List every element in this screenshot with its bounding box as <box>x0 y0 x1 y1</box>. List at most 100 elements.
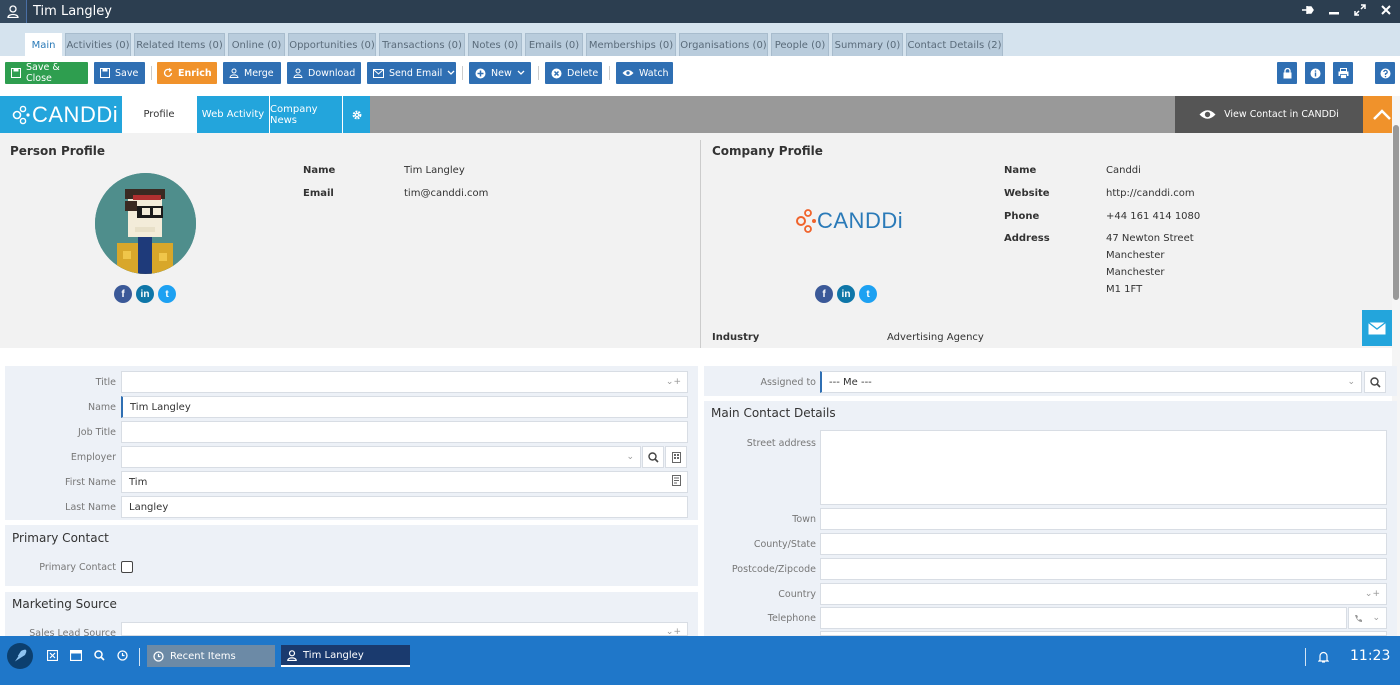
employer-select[interactable]: ⌄ <box>121 446 641 468</box>
company-phone-value: +44 161 414 1080 <box>1106 211 1201 222</box>
employer-building-button[interactable] <box>665 446 687 468</box>
canddi-tab-company-news[interactable]: Company News <box>269 96 342 133</box>
company-phone-label: Phone <box>1004 211 1040 222</box>
recent-items-button[interactable]: Recent Items <box>147 645 275 667</box>
street-address-label: Street address <box>746 438 816 449</box>
info-icon <box>1310 68 1320 78</box>
tab-transactions[interactable]: Transactions (0) <box>379 33 465 56</box>
marketing-source-heading: Marketing Source <box>12 597 117 611</box>
person-icon <box>293 68 303 78</box>
canddi-mail-button[interactable] <box>1362 310 1392 346</box>
tab-memberships[interactable]: Memberships (0) <box>586 33 676 56</box>
postcode-input[interactable] <box>820 558 1387 580</box>
facebook-icon[interactable]: f <box>815 285 833 303</box>
assigned-to-label: Assigned to <box>760 377 816 388</box>
title-label: Title <box>95 377 116 388</box>
company-website-value[interactable]: http://canddi.com <box>1106 188 1195 199</box>
floppy-icon <box>100 68 110 78</box>
toolbar-divider <box>538 66 539 80</box>
job-title-input[interactable] <box>121 421 688 443</box>
person-email-label: Email <box>303 188 334 199</box>
tab-emails[interactable]: Emails (0) <box>525 33 583 56</box>
primary-contact-heading: Primary Contact <box>12 531 109 545</box>
street-address-textarea[interactable] <box>820 430 1387 505</box>
window-icon[interactable] <box>69 649 83 664</box>
chevron-down-icon: ⌄ <box>1347 377 1355 387</box>
send-email-button[interactable]: Send Email <box>367 62 456 84</box>
canddi-settings-button[interactable] <box>342 96 370 133</box>
tab-related-items[interactable]: Related Items (0) <box>134 33 225 56</box>
tab-summary[interactable]: Summary (0) <box>832 33 903 56</box>
save-button[interactable]: Save <box>94 62 145 84</box>
person-email-value[interactable]: tim@canddi.com <box>404 188 488 199</box>
tab-activities[interactable]: Activities (0) <box>65 33 131 56</box>
twitter-icon[interactable]: t <box>158 285 176 303</box>
save-close-button[interactable]: Save & Close <box>5 62 88 84</box>
tab-organisations[interactable]: Organisations (0) <box>679 33 768 56</box>
person-icon <box>287 649 297 661</box>
taskbar: Recent Items Tim Langley 11:23 <box>0 636 1400 685</box>
clock-time: 11:23 <box>1350 648 1391 664</box>
envelope-icon <box>1368 321 1386 334</box>
name-input[interactable]: Tim Langley <box>121 396 688 418</box>
toolbar-divider <box>462 66 463 80</box>
contact-card-icon[interactable] <box>672 475 681 489</box>
tab-online[interactable]: Online (0) <box>228 33 285 56</box>
download-button[interactable]: Download <box>287 62 361 84</box>
pin-icon[interactable] <box>1301 4 1314 19</box>
restore-icon[interactable] <box>1354 4 1366 19</box>
app-logo-icon[interactable] <box>7 643 33 669</box>
taskbar-item-tim-langley[interactable]: Tim Langley <box>281 645 410 667</box>
clock-icon[interactable] <box>117 650 128 664</box>
company-address-line-2: Manchester <box>1106 250 1165 261</box>
county-input[interactable] <box>820 533 1387 555</box>
bell-icon[interactable] <box>1317 651 1330 666</box>
town-input[interactable] <box>820 508 1387 530</box>
delete-button[interactable]: Delete <box>545 62 602 84</box>
assigned-to-select[interactable]: --- Me --- ⌄ <box>820 371 1362 393</box>
canddi-tab-web-activity[interactable]: Web Activity <box>196 96 269 133</box>
merge-button[interactable]: Merge <box>223 62 281 84</box>
window-titlebar: Tim Langley <box>0 0 1400 23</box>
primary-contact-checkbox[interactable] <box>121 561 133 573</box>
search-icon[interactable] <box>94 650 105 664</box>
minimize-icon[interactable] <box>1328 4 1340 19</box>
chevron-down-icon: ⌄ <box>1372 613 1380 623</box>
enrich-button[interactable]: Enrich <box>157 62 217 84</box>
taskbar-divider <box>1305 648 1306 666</box>
tab-opportunities[interactable]: Opportunities (0) <box>288 33 376 56</box>
print-button[interactable] <box>1333 62 1353 84</box>
lock-button[interactable] <box>1277 62 1297 84</box>
company-social-links: f in t <box>815 285 877 303</box>
scrollbar-thumb[interactable] <box>1393 125 1399 300</box>
telephone-type-select[interactable]: ⌄ <box>1348 607 1387 629</box>
help-button[interactable] <box>1375 62 1395 84</box>
telephone-input[interactable] <box>820 607 1347 629</box>
tab-contact-details[interactable]: Contact Details (2) <box>906 33 1003 56</box>
excel-icon[interactable] <box>46 649 59 664</box>
tab-main[interactable]: Main <box>25 33 62 56</box>
info-button[interactable] <box>1305 62 1325 84</box>
tab-notes[interactable]: Notes (0) <box>468 33 522 56</box>
canddi-tab-profile[interactable]: Profile <box>122 96 196 133</box>
first-name-input[interactable]: Tim <box>121 471 688 493</box>
company-name-label: Name <box>1004 165 1037 176</box>
linkedin-icon[interactable]: in <box>136 285 154 303</box>
assigned-to-search-button[interactable] <box>1364 371 1386 393</box>
view-contact-in-canddi-button[interactable]: View Contact in CANDDi <box>1175 96 1363 133</box>
close-icon[interactable] <box>1380 4 1392 19</box>
country-select[interactable]: ⌄+ <box>820 583 1387 605</box>
watch-button[interactable]: Watch <box>616 62 673 84</box>
county-label: County/State <box>753 539 816 550</box>
floppy-icon <box>11 68 21 78</box>
twitter-icon[interactable]: t <box>859 285 877 303</box>
new-button[interactable]: New <box>469 62 531 84</box>
facebook-icon[interactable]: f <box>114 285 132 303</box>
tab-people[interactable]: People (0) <box>771 33 829 56</box>
users-icon <box>229 68 239 78</box>
title-select[interactable]: ⌄+ <box>121 371 688 393</box>
last-name-input[interactable]: Langley <box>121 496 688 518</box>
sales-lead-source-select[interactable]: ⌄+ <box>121 622 688 637</box>
employer-search-button[interactable] <box>642 446 664 468</box>
linkedin-icon[interactable]: in <box>837 285 855 303</box>
